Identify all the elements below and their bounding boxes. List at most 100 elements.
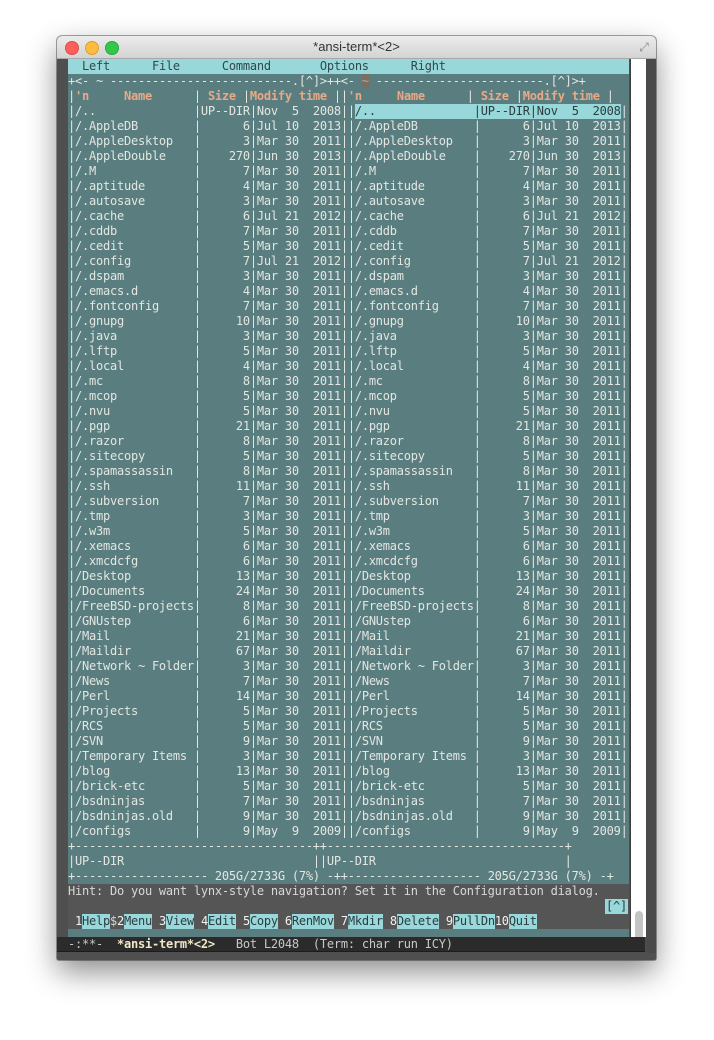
right-file-entry[interactable]: /bsdninjas | 7|Mar 30 2011 (355, 794, 621, 809)
right-file-entry[interactable]: /.AppleDesktop | 3|Mar 30 2011 (355, 134, 621, 149)
left-col-mtime[interactable]: Modify time (250, 89, 327, 103)
menu-right[interactable]: Right (411, 59, 446, 74)
left-file-entry[interactable]: /.aptitude | 4|Mar 30 2011 (75, 179, 341, 194)
fkey-quit[interactable]: 10 Quit (494, 914, 537, 929)
right-file-entry[interactable]: /.config | 7|Jul 21 2012 (355, 254, 621, 269)
right-col-size[interactable]: Size (481, 89, 509, 103)
fkey-view[interactable]: 3 View (151, 914, 194, 929)
right-file-entry[interactable]: /.ssh | 11|Mar 30 2011 (355, 479, 621, 494)
right-file-entry[interactable]: /Perl | 14|Mar 30 2011 (355, 689, 621, 704)
left-file-entry[interactable]: /.emacs.d | 4|Mar 30 2011 (75, 284, 341, 299)
command-history-button[interactable]: [^] (605, 899, 628, 914)
right-file-entry[interactable]: /Temporary Items | 3|Mar 30 2011 (355, 749, 621, 764)
left-file-entry[interactable]: /.xemacs | 6|Mar 30 2011 (75, 539, 341, 554)
right-file-entry[interactable]: /.cache | 6|Jul 21 2012 (355, 209, 621, 224)
left-file-entry[interactable]: /Maildir | 67|Mar 30 2011 (75, 644, 341, 659)
left-file-entry[interactable]: /.tmp | 3|Mar 30 2011 (75, 509, 341, 524)
fullscreen-icon[interactable]: ⤢ (637, 40, 651, 54)
left-file-entry[interactable]: /configs | 9|May 9 2009 (75, 824, 341, 839)
right-file-entry[interactable]: /.pgp | 21|Mar 30 2011 (355, 419, 621, 434)
left-file-entry[interactable]: /Desktop | 13|Mar 30 2011 (75, 569, 341, 584)
right-file-entry[interactable]: /RCS | 5|Mar 30 2011 (355, 719, 621, 734)
left-file-entry[interactable]: /.cache | 6|Jul 21 2012 (75, 209, 341, 224)
left-col-sort[interactable]: 'n (75, 89, 89, 103)
left-file-entry[interactable]: /.mc | 8|Mar 30 2011 (75, 374, 341, 389)
right-file-entry[interactable]: /.razor | 8|Mar 30 2011 (355, 434, 621, 449)
left-history-button[interactable]: [^] (299, 74, 320, 88)
left-file-entry[interactable]: /FreeBSD-projects| 8|Mar 30 2011 (75, 599, 341, 614)
left-file-entry[interactable]: /.java | 3|Mar 30 2011 (75, 329, 341, 344)
right-file-entry[interactable]: /.. |UP--DIR|Nov 5 2008 (354, 104, 621, 119)
left-file-entry[interactable]: /brick-etc | 5|Mar 30 2011 (75, 779, 341, 794)
right-file-entry[interactable]: /.emacs.d | 4|Mar 30 2011 (355, 284, 621, 299)
right-file-entry[interactable]: /.AppleDB | 6|Jul 10 2013 (355, 119, 621, 134)
left-file-entry[interactable]: /Network ~ Folder| 3|Mar 30 2011 (75, 659, 341, 674)
terminal-area[interactable]: Left File Command Options Right +<- ~ --… (68, 59, 629, 937)
right-file-entry[interactable]: /GNUstep | 6|Mar 30 2011 (355, 614, 621, 629)
fkey-copy[interactable]: 5 Copy (235, 914, 278, 929)
left-col-name[interactable]: Name (124, 89, 152, 103)
right-col-name[interactable]: Name (397, 89, 425, 103)
right-history-button[interactable]: [^] (551, 74, 572, 88)
right-file-entry[interactable]: /.dspam | 3|Mar 30 2011 (355, 269, 621, 284)
right-file-entry[interactable]: /.cddb | 7|Mar 30 2011 (355, 224, 621, 239)
left-file-entry[interactable]: /.subversion | 7|Mar 30 2011 (75, 494, 341, 509)
left-file-entry[interactable]: /.mcop | 5|Mar 30 2011 (75, 389, 341, 404)
right-file-entry[interactable]: /.mc | 8|Mar 30 2011 (355, 374, 621, 389)
right-col-sort[interactable]: 'n (348, 89, 362, 103)
left-file-entry[interactable]: /.fontconfig | 7|Mar 30 2011 (75, 299, 341, 314)
left-file-entry[interactable]: /.spamassassin | 8|Mar 30 2011 (75, 464, 341, 479)
right-file-entry[interactable]: /SVN | 9|Mar 30 2011 (355, 734, 621, 749)
left-file-entry[interactable]: /Mail | 21|Mar 30 2011 (75, 629, 341, 644)
left-file-entry[interactable]: /.xmcdcfg | 6|Mar 30 2011 (75, 554, 341, 569)
left-col-size[interactable]: Size (208, 89, 236, 103)
right-file-entry[interactable]: /.lftp | 5|Mar 30 2011 (355, 344, 621, 359)
left-file-entry[interactable]: /blog | 13|Mar 30 2011 (75, 764, 341, 779)
right-file-entry[interactable]: /.autosave | 3|Mar 30 2011 (355, 194, 621, 209)
left-file-entry[interactable]: /.razor | 8|Mar 30 2011 (75, 434, 341, 449)
left-file-entry[interactable]: /.local | 4|Mar 30 2011 (75, 359, 341, 374)
right-file-entry[interactable]: /.nvu | 5|Mar 30 2011 (355, 404, 621, 419)
left-file-entry[interactable]: /.cedit | 5|Mar 30 2011 (75, 239, 341, 254)
right-file-entry[interactable]: /.subversion | 7|Mar 30 2011 (355, 494, 621, 509)
right-file-entry[interactable]: /bsdninjas.old | 9|Mar 30 2011 (355, 809, 621, 824)
right-file-entry[interactable]: /Documents | 24|Mar 30 2011 (355, 584, 621, 599)
left-file-entry[interactable]: /.M | 7|Mar 30 2011 (75, 164, 341, 179)
left-file-entry[interactable]: /.lftp | 5|Mar 30 2011 (75, 344, 341, 359)
fkey-mkdir[interactable]: 7 Mkdir (333, 914, 383, 929)
fkey-renmov[interactable]: 6 RenMov (277, 914, 334, 929)
left-file-entry[interactable]: /.nvu | 5|Mar 30 2011 (75, 404, 341, 419)
left-file-entry[interactable]: /SVN | 9|Mar 30 2011 (75, 734, 341, 749)
menu-command[interactable]: Command (222, 59, 271, 74)
left-file-entry[interactable]: /RCS | 5|Mar 30 2011 (75, 719, 341, 734)
right-file-entry[interactable]: /brick-etc | 5|Mar 30 2011 (355, 779, 621, 794)
right-file-entry[interactable]: /FreeBSD-projects| 8|Mar 30 2011 (355, 599, 621, 614)
right-file-entry[interactable]: /.tmp | 3|Mar 30 2011 (355, 509, 621, 524)
left-file-entry[interactable]: /.dspam | 3|Mar 30 2011 (75, 269, 341, 284)
left-file-entry[interactable]: /News | 7|Mar 30 2011 (75, 674, 341, 689)
scrollbar[interactable] (630, 59, 646, 949)
right-file-entry[interactable]: /.cedit | 5|Mar 30 2011 (355, 239, 621, 254)
menu-options[interactable]: Options (320, 59, 369, 74)
menu-left[interactable]: Left (82, 59, 110, 74)
right-file-entry[interactable]: /Projects | 5|Mar 30 2011 (355, 704, 621, 719)
right-file-entry[interactable]: /configs | 9|May 9 2009 (355, 824, 621, 839)
menu-file[interactable]: File (152, 59, 180, 74)
fkey-delete[interactable]: 8 Delete (382, 914, 439, 929)
left-file-entry[interactable]: /Documents | 24|Mar 30 2011 (75, 584, 341, 599)
left-file-entry[interactable]: /bsdninjas.old | 9|Mar 30 2011 (75, 809, 341, 824)
left-file-entry[interactable]: /Temporary Items | 3|Mar 30 2011 (75, 749, 341, 764)
left-file-entry[interactable]: /.. |UP--DIR|Nov 5 2008 (75, 104, 341, 119)
command-prompt[interactable]: $ [^] (68, 899, 629, 928)
right-file-entry[interactable]: /.fontconfig | 7|Mar 30 2011 (355, 299, 621, 314)
right-file-entry[interactable]: /.AppleDouble | 270|Jun 30 2013 (355, 149, 621, 164)
left-file-entry[interactable]: /.pgp | 21|Mar 30 2011 (75, 419, 341, 434)
right-file-entry[interactable]: /.spamassassin | 8|Mar 30 2011 (355, 464, 621, 479)
right-file-entry[interactable]: /News | 7|Mar 30 2011 (355, 674, 621, 689)
left-file-entry[interactable]: /.AppleDesktop | 3|Mar 30 2011 (75, 134, 341, 149)
fkey-pulldn[interactable]: 9 PullDn (438, 914, 495, 929)
left-file-entry[interactable]: /.AppleDB | 6|Jul 10 2013 (75, 119, 341, 134)
right-file-entry[interactable]: /.w3m | 5|Mar 30 2011 (355, 524, 621, 539)
left-file-entry[interactable]: /.ssh | 11|Mar 30 2011 (75, 479, 341, 494)
right-file-entry[interactable]: /Network ~ Folder| 3|Mar 30 2011 (355, 659, 621, 674)
